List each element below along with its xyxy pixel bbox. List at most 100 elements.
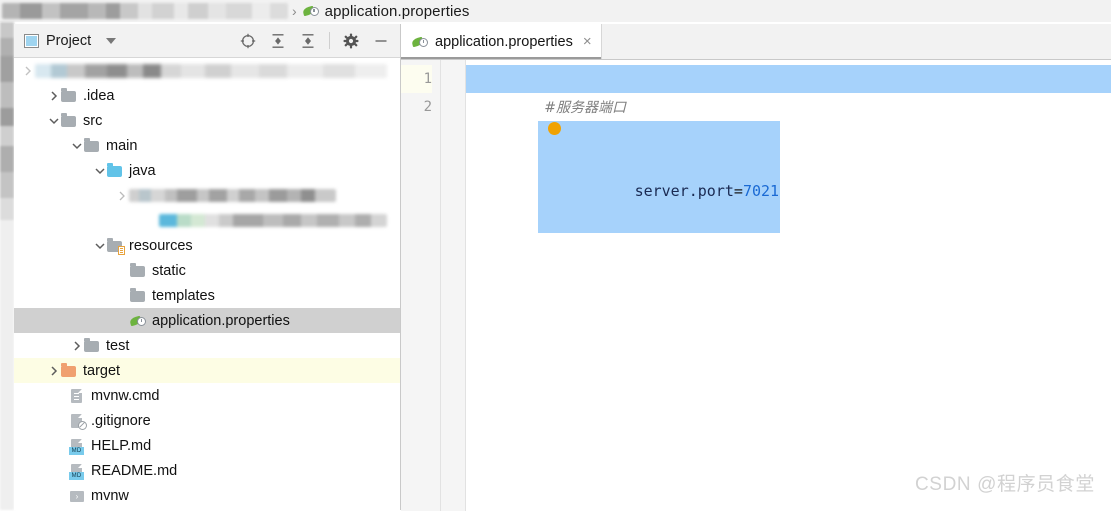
tree-label: application.properties: [152, 312, 290, 329]
chevron-down-icon[interactable]: [106, 37, 117, 44]
markdown-file-icon: MD: [69, 438, 85, 455]
breadcrumb-separator-icon: ›: [292, 3, 297, 19]
source-folder-icon: [107, 163, 123, 179]
tree-label: static: [152, 262, 186, 279]
code-line-2-selection: server.port=7021: [538, 121, 781, 233]
editor-area: application.properties × 1 2 #服务器端口 serv…: [401, 24, 1111, 511]
chevron-collapsed-icon[interactable]: [69, 340, 84, 351]
tree-label: mvnw.cmd: [91, 387, 160, 404]
folder-icon: [84, 138, 100, 154]
project-view-selector[interactable]: Project: [24, 32, 117, 49]
folder-icon: [61, 113, 77, 129]
select-opened-file-icon[interactable]: [239, 32, 257, 50]
markdown-file-icon: MD: [69, 463, 85, 480]
tree-row-src[interactable]: src: [14, 108, 400, 133]
chevron-expanded-icon[interactable]: [92, 167, 107, 175]
line-number: 2: [423, 99, 432, 115]
breadcrumb-bar: › application.properties: [0, 0, 1111, 22]
tree-row-main[interactable]: main: [14, 133, 400, 158]
tree-label: java: [129, 162, 156, 179]
chevron-collapsed-icon[interactable]: [46, 365, 61, 376]
shell-file-icon: ›: [69, 488, 85, 504]
folder-icon: [130, 263, 146, 279]
code-line-1[interactable]: #服务器端口: [466, 65, 1111, 116]
tree-label: .idea: [83, 87, 115, 104]
property-value: 7021: [742, 182, 780, 200]
collapse-all-icon[interactable]: [299, 32, 317, 50]
tree-row-java[interactable]: java: [14, 158, 400, 183]
tree-label-redacted: [35, 63, 387, 78]
tree-row-idea[interactable]: .idea: [14, 83, 400, 108]
chevron-collapsed-icon[interactable]: [46, 90, 61, 101]
folder-icon: [84, 338, 100, 354]
chevron-expanded-icon[interactable]: [69, 142, 84, 150]
tree-row-target[interactable]: target: [14, 358, 400, 383]
tab-label: application.properties: [435, 33, 573, 50]
tree-row-mvnw[interactable]: › mvnw: [14, 483, 400, 508]
project-file-tree[interactable]: .idea src main java resources static tem…: [14, 58, 400, 509]
project-panel-title: Project: [46, 32, 92, 49]
tree-row-test[interactable]: test: [14, 333, 400, 358]
tree-label: main: [106, 137, 138, 154]
tree-row-project-root[interactable]: [14, 58, 400, 83]
tree-row-package-redacted[interactable]: [14, 183, 400, 208]
spring-properties-icon: [411, 34, 428, 50]
breadcrumb-current-file: application.properties: [324, 2, 470, 20]
caret-marker-dot: [548, 122, 562, 135]
toolbar-divider: [329, 32, 330, 49]
tree-row-help-md[interactable]: MD HELP.md: [14, 433, 400, 458]
chevron-expanded-icon[interactable]: [92, 242, 107, 250]
tree-label-redacted: [129, 189, 336, 202]
tree-label: mvnw: [91, 487, 129, 504]
folder-icon: [61, 88, 77, 104]
tab-active-underline: [401, 57, 601, 59]
folder-icon: [130, 288, 146, 304]
editor-tab-strip: application.properties ×: [401, 24, 1111, 60]
tree-label: src: [83, 112, 103, 129]
tree-label: .gitignore: [91, 412, 151, 429]
tree-row-mvnw-cmd[interactable]: mvnw.cmd: [14, 383, 400, 408]
cmd-file-icon: [69, 388, 85, 404]
hide-panel-icon[interactable]: [372, 32, 390, 50]
watermark: CSDN @程序员食堂: [914, 474, 1095, 495]
project-panel-header: Project: [14, 24, 400, 58]
tab-application-properties[interactable]: application.properties ×: [401, 24, 602, 59]
code-content[interactable]: #服务器端口 server.port=7021: [466, 60, 1111, 511]
settings-gear-icon[interactable]: [342, 32, 360, 50]
markdown-badge-label: MD: [69, 471, 84, 480]
gutter-marker-column[interactable]: [441, 60, 466, 511]
left-tool-rail-redacted: [0, 22, 14, 510]
resources-folder-icon: [107, 238, 125, 255]
code-editor[interactable]: 1 2 #服务器端口 server.port=7021: [401, 60, 1111, 511]
tree-row-readme-md[interactable]: MD README.md: [14, 458, 400, 483]
tree-label: resources: [129, 237, 193, 254]
shell-badge-label: ›: [70, 490, 84, 502]
excluded-folder-icon: [61, 363, 77, 379]
chevron-expanded-icon[interactable]: [46, 117, 61, 125]
chevron-collapsed-icon[interactable]: [114, 191, 129, 201]
tree-label-redacted: [159, 214, 387, 227]
project-tool-window: Project .idea src main java resources st…: [14, 24, 401, 510]
tree-row-application-properties[interactable]: application.properties: [14, 308, 400, 333]
spring-properties-icon: [129, 313, 146, 329]
project-panel-toolbar: [239, 32, 394, 50]
tree-row-templates[interactable]: templates: [14, 283, 400, 308]
tree-row-gitignore[interactable]: .gitignore: [14, 408, 400, 433]
gitignore-file-icon: [69, 413, 87, 430]
tree-row-static[interactable]: static: [14, 258, 400, 283]
tree-label: README.md: [91, 462, 178, 479]
line-number: 1: [401, 65, 432, 93]
markdown-badge-label: MD: [69, 446, 84, 455]
tree-label: templates: [152, 287, 215, 304]
breadcrumb-path-redacted: [2, 3, 288, 19]
project-icon: [24, 33, 39, 48]
tree-row-resources[interactable]: resources: [14, 233, 400, 258]
tree-row-subpackage-redacted[interactable]: [14, 208, 400, 233]
property-key: server.port: [634, 182, 734, 200]
expand-all-icon[interactable]: [269, 32, 287, 50]
tree-label: target: [83, 362, 121, 379]
chevron-collapsed-icon[interactable]: [20, 66, 35, 76]
close-icon[interactable]: ×: [583, 34, 592, 49]
code-line-2[interactable]: server.port=7021: [466, 93, 1111, 233]
tree-label: test: [106, 337, 130, 354]
